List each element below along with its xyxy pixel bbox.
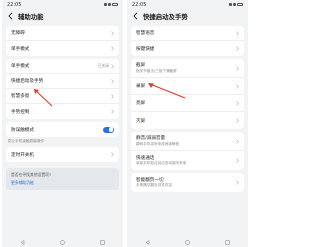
settings-group: 智能翻页一切 手势隔空翻页浏览内容 xyxy=(131,173,244,192)
back-arrow-icon[interactable] xyxy=(132,11,139,21)
nav-back-icon[interactable] xyxy=(19,239,25,245)
row-label: 智慧语音 xyxy=(136,31,155,36)
settings-row-accessibility[interactable]: 无障碍 xyxy=(6,26,119,41)
settings-group: 防误触模式 xyxy=(6,122,119,137)
nav-back-icon[interactable] xyxy=(144,239,150,245)
chevron-right-icon xyxy=(111,109,114,114)
system-nav-bar xyxy=(127,237,248,247)
chevron-right-icon xyxy=(111,46,114,51)
chevron-right-icon xyxy=(111,78,114,84)
chevron-right-icon xyxy=(236,158,239,163)
anti-mistouch-toggle[interactable] xyxy=(103,126,114,133)
page-title: 快捷启动及手势 xyxy=(143,12,188,21)
back-arrow-icon[interactable] xyxy=(7,11,14,21)
status-time: 22:05 xyxy=(132,1,147,8)
row-label: 单手模式 xyxy=(11,64,30,69)
row-description: 手势隔空翻页浏览内容 xyxy=(136,183,172,188)
tap-indicator-arrow-icon xyxy=(148,83,186,99)
row-label: 无障碍 xyxy=(11,31,25,36)
row-label: 亮屏 xyxy=(136,101,146,106)
chevron-right-icon xyxy=(236,180,239,185)
wifi-icon xyxy=(108,3,111,6)
signal-icon xyxy=(104,3,107,6)
settings-group: 智慧语音 按键快捷 xyxy=(131,26,244,56)
settings-screen-shortcuts-gestures: 22:05 快捷启动及手势 智慧语音 按键快捷 截屏 指关节敲击/三指下滑截屏 xyxy=(127,0,248,247)
row-value: 已关闭 xyxy=(97,63,109,68)
title-bar: 辅助功能 xyxy=(2,9,123,23)
settings-row-one-hand-mode[interactable]: 单手模式 已关闭 xyxy=(6,59,119,74)
row-label: 智能翻页一切 xyxy=(136,177,164,183)
row-label: 静音/减弱音量 xyxy=(136,136,166,142)
title-bar: 快捷启动及手势 xyxy=(127,9,248,23)
chevron-right-icon xyxy=(111,63,114,69)
page-title: 辅助功能 xyxy=(18,12,44,21)
row-label: 手势控制 xyxy=(11,109,30,115)
status-time: 22:05 xyxy=(7,1,22,8)
suggestion-question: 是否在寻找其他设置项? xyxy=(11,172,51,177)
chevron-right-icon xyxy=(111,93,114,99)
row-description: 翻转手机将来电或闹钟静音 xyxy=(136,141,180,146)
row-label: 智慧多窗 xyxy=(11,94,30,99)
settings-row-mute[interactable]: 静音/减弱音量 翻转手机将来电或闹钟静音 xyxy=(131,132,244,151)
settings-row-gesture-control[interactable]: 手势控制 xyxy=(6,104,119,119)
suggestion-card: 是否在寻找其他设置项? 更多辅助功能 xyxy=(6,168,119,190)
settings-row-screenshot[interactable]: 截屏 指关节敲击/三指下滑截屏 xyxy=(131,59,244,78)
nav-recents-icon[interactable] xyxy=(100,239,106,245)
settings-row-anti-mistouch[interactable]: 防误触模式 xyxy=(6,122,119,137)
settings-row-smart-page-turn[interactable]: 智能翻页一切 手势隔空翻页浏览内容 xyxy=(131,173,244,192)
settings-group: 单手模式 已关闭 快捷启动及手势 智慧多窗 手势控制 xyxy=(6,59,119,119)
settings-row-shortcuts-gestures[interactable]: 快捷启动及手势 xyxy=(6,74,119,89)
status-icons xyxy=(104,3,118,6)
battery-icon xyxy=(112,3,118,6)
row-label: 按键快捷 xyxy=(136,46,155,52)
nav-recents-icon[interactable] xyxy=(225,239,231,245)
status-bar: 22:05 xyxy=(127,0,248,9)
settings-group: 无障碍 单手模式 xyxy=(6,26,119,56)
settings-row-quick-call[interactable]: 快速通话 拿起手机贴近耳边自动接听来电 xyxy=(131,151,244,170)
settings-group: 静音/减弱音量 翻转手机将来电或闹钟静音 快速通话 拿起手机贴近耳边自动接听来电 xyxy=(131,132,244,170)
anti-mistouch-hint: 防止手机误触屏幕操作 xyxy=(8,139,44,143)
settings-row-sleep-screen[interactable]: 灭屏 xyxy=(131,112,244,129)
chevron-right-icon xyxy=(236,46,239,51)
row-description: 拿起手机贴近耳边自动接听来电 xyxy=(136,161,187,166)
status-bar: 22:05 xyxy=(2,0,123,9)
chevron-right-icon xyxy=(236,65,239,71)
chevron-right-icon xyxy=(111,152,114,157)
chevron-right-icon xyxy=(236,100,239,106)
tap-indicator-arrow-icon xyxy=(34,89,53,107)
chevron-right-icon xyxy=(236,83,239,89)
row-label: 快捷启动及手势 xyxy=(11,79,44,84)
chevron-right-icon xyxy=(236,30,239,36)
settings-row-smart-multiwindow[interactable]: 智慧多窗 xyxy=(6,89,119,104)
settings-row-scheduled-power[interactable]: 定时开关机 xyxy=(6,147,119,162)
row-label: 快速通话 xyxy=(136,155,155,161)
nav-home-icon[interactable] xyxy=(184,239,190,245)
row-label: 防误触模式 xyxy=(11,127,34,133)
battery-icon xyxy=(237,3,243,6)
row-label: 录屏 xyxy=(136,84,146,89)
settings-group: 定时开关机 xyxy=(6,147,119,162)
row-label: 单手模式 xyxy=(11,46,30,52)
more-accessibility-link[interactable]: 更多辅助功能 xyxy=(11,180,114,186)
settings-screen-accessibility: 22:05 辅助功能 无障碍 单手模式 单手模式 已关闭 快捷启动及手势 智慧多… xyxy=(2,0,123,247)
row-label: 定时开关机 xyxy=(11,152,34,158)
row-label: 截屏 xyxy=(136,63,146,69)
chevron-right-icon xyxy=(111,30,114,36)
signal-icon xyxy=(229,3,232,6)
settings-row-button-shortcuts[interactable]: 按键快捷 xyxy=(131,41,244,56)
nav-home-icon[interactable] xyxy=(59,239,65,245)
system-nav-bar xyxy=(2,237,123,247)
settings-row-smart-voice[interactable]: 智慧语音 xyxy=(131,26,244,41)
chevron-right-icon xyxy=(236,138,239,144)
row-label: 灭屏 xyxy=(136,118,146,124)
chevron-right-icon xyxy=(236,118,239,123)
wifi-icon xyxy=(233,3,236,6)
settings-row-one-hand[interactable]: 单手模式 xyxy=(6,41,119,56)
row-description: 指关节敲击/三指下滑截屏 xyxy=(136,68,177,73)
status-icons xyxy=(229,3,243,6)
